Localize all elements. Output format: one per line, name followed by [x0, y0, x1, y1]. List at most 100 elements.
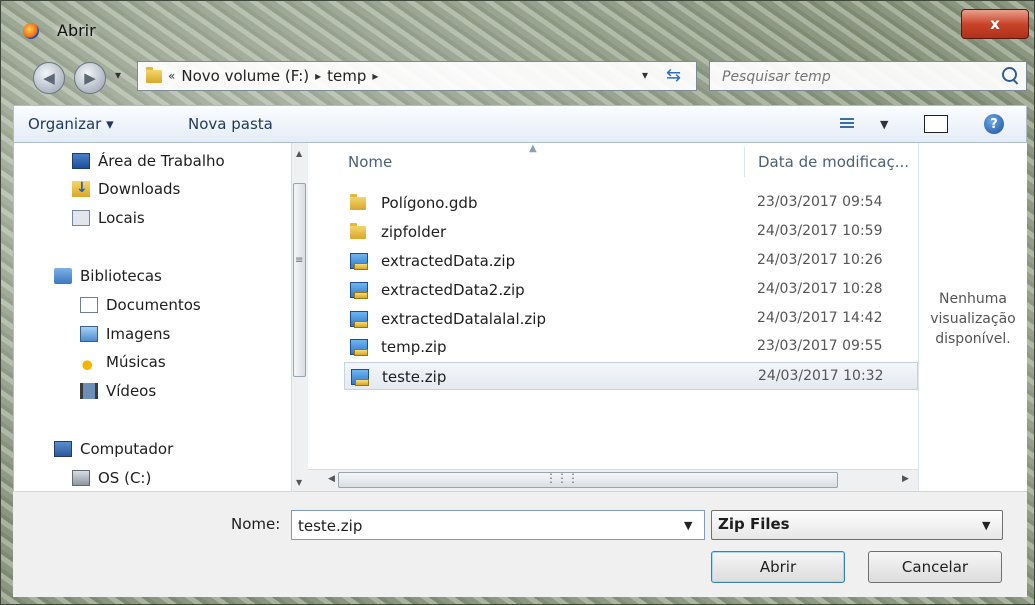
command-bar: Organizar ▾ Nova pasta ▼ ?: [13, 105, 1027, 143]
no-preview-message: Nenhuma visualização disponível.: [919, 289, 1027, 349]
filename-combobox[interactable]: ▼: [291, 510, 705, 540]
scroll-left-icon[interactable]: ◀: [328, 474, 335, 484]
file-row[interactable]: zipfolder 24/03/2017 10:59: [344, 218, 918, 246]
sidebar-item-downloads[interactable]: Downloads: [72, 177, 180, 201]
file-name: extractedData2.zip: [381, 281, 525, 299]
filename-label: Nome:: [231, 515, 281, 533]
file-list-horizontal-scrollbar[interactable]: ◀ ⋮⋮⋮ ▶: [308, 469, 918, 491]
breadcrumb-drive[interactable]: Novo volume (F:): [181, 67, 309, 85]
file-row[interactable]: temp.zip 23/03/2017 09:55: [344, 333, 918, 361]
file-row[interactable]: extractedDatalalal.zip 24/03/2017 14:42: [344, 305, 918, 333]
open-button[interactable]: Abrir: [711, 551, 845, 583]
file-date: 24/03/2017 10:28: [757, 281, 883, 297]
downloads-folder-icon: [72, 180, 90, 197]
cancel-button[interactable]: Cancelar: [868, 551, 1002, 583]
address-dropdown-icon[interactable]: ▾: [642, 68, 648, 82]
file-name: Polígono.gdb: [381, 194, 478, 212]
scroll-down-icon[interactable]: ▼: [296, 478, 302, 487]
sidebar-item-documents[interactable]: Documentos: [80, 293, 201, 317]
documents-icon: [80, 297, 98, 313]
file-type-select[interactable]: Zip Files ▼: [711, 510, 1003, 540]
help-icon[interactable]: ?: [984, 114, 1004, 134]
sidebar-item-drive-c[interactable]: OS (C:): [72, 466, 151, 490]
places-icon: [72, 210, 90, 226]
sidebar-item-desktop[interactable]: Área de Trabalho: [72, 149, 225, 173]
close-button[interactable]: x: [961, 9, 1029, 39]
file-name: extractedDatalalal.zip: [381, 310, 546, 328]
back-arrow-icon: ◀: [43, 69, 55, 87]
column-header-date[interactable]: Data de modificaç...: [758, 153, 909, 171]
search-box[interactable]: [709, 61, 1027, 91]
chevron-down-icon[interactable]: ▼: [684, 519, 692, 532]
sidebar-item-label: Locais: [98, 209, 145, 227]
no-preview-line: Nenhuma: [939, 291, 1007, 307]
sidebar-item-label: Imagens: [106, 325, 171, 343]
preview-pane-toggle-icon[interactable]: [924, 115, 948, 133]
breadcrumb-overflow[interactable]: «: [168, 69, 175, 83]
zip-file-icon: [351, 369, 369, 386]
scroll-thumb[interactable]: ⋮⋮⋮: [338, 471, 838, 488]
sidebar-item-places[interactable]: Locais: [72, 206, 145, 230]
computer-icon: [54, 441, 72, 457]
drive-icon: [72, 470, 90, 486]
address-bar[interactable]: « Novo volume (F:) ▸ temp ▸ ▾ ⇆: [137, 61, 697, 91]
sidebar-item-images[interactable]: Imagens: [80, 322, 170, 346]
forward-arrow-icon: ▶: [84, 69, 96, 87]
forward-button[interactable]: ▶: [74, 62, 106, 94]
views-dropdown-icon[interactable]: ▼: [880, 118, 888, 131]
file-date: 24/03/2017 10:59: [757, 223, 883, 239]
file-type-value: Zip Files: [718, 515, 790, 533]
file-date: 23/03/2017 09:55: [757, 338, 883, 354]
zip-file-icon: [350, 311, 368, 328]
scroll-right-icon[interactable]: ▶: [902, 474, 909, 484]
sidebar-item-label: Músicas: [106, 353, 166, 371]
open-file-dialog: Abrir x ◀ ▶ ▾ « Novo volume (F:) ▸ temp …: [0, 0, 1035, 605]
column-header-name[interactable]: Nome: [348, 153, 392, 171]
file-list: Nome ▲ Data de modificaç... Polígono.gdb…: [308, 143, 918, 469]
views-icon[interactable]: [840, 118, 854, 130]
chevron-down-icon[interactable]: ▼: [982, 519, 990, 532]
navigation-pane: Área de Trabalho Downloads Locais Biblio…: [13, 143, 291, 491]
search-input[interactable]: [720, 65, 984, 89]
chevron-right-icon[interactable]: ▸: [315, 69, 321, 83]
sidebar-item-label: Bibliotecas: [80, 267, 162, 285]
dialog-footer: Nome: ▼ Zip Files ▼ Abrir Cancelar: [13, 491, 1027, 597]
title-bar[interactable]: Abrir x: [1, 1, 1034, 47]
navigation-scrollbar[interactable]: ▲ ≡ ▼: [291, 143, 308, 491]
preview-pane: Nenhuma visualização disponível.: [918, 143, 1027, 491]
music-icon: [80, 354, 98, 370]
file-row-selected[interactable]: teste.zip 24/03/2017 10:32: [344, 362, 918, 390]
file-row[interactable]: extractedData.zip 24/03/2017 10:26: [344, 247, 918, 275]
sidebar-item-label: Área de Trabalho: [98, 152, 225, 170]
new-folder-button[interactable]: Nova pasta: [188, 115, 273, 133]
organize-menu-button[interactable]: Organizar ▾: [28, 115, 114, 133]
zip-file-icon: [350, 282, 368, 299]
back-button[interactable]: ◀: [33, 62, 65, 94]
column-divider[interactable]: [744, 147, 745, 177]
file-date: 23/03/2017 09:54: [757, 194, 883, 210]
sidebar-item-label: Computador: [80, 440, 174, 458]
folder-icon: [146, 66, 162, 83]
file-row[interactable]: extractedData2.zip 24/03/2017 10:28: [344, 276, 918, 304]
sidebar-item-music[interactable]: Músicas: [80, 350, 166, 374]
scroll-grip-icon: ≡: [295, 255, 304, 266]
scroll-thumb[interactable]: [293, 183, 306, 377]
sidebar-item-libraries[interactable]: Bibliotecas: [54, 264, 162, 288]
breadcrumb-temp[interactable]: temp: [327, 67, 366, 85]
desktop-icon: [72, 153, 90, 169]
no-preview-line: visualização: [930, 311, 1016, 327]
refresh-icon[interactable]: ⇆: [666, 65, 681, 86]
file-row[interactable]: Polígono.gdb 23/03/2017 09:54: [344, 189, 918, 217]
file-date: 24/03/2017 14:42: [757, 310, 883, 326]
chevron-right-icon[interactable]: ▸: [372, 69, 378, 83]
sidebar-item-videos[interactable]: Vídeos: [80, 379, 156, 403]
sidebar-item-computer[interactable]: Computador: [54, 437, 173, 461]
scroll-up-icon[interactable]: ▲: [296, 149, 302, 158]
file-name: temp.zip: [381, 338, 447, 356]
images-icon: [80, 326, 98, 342]
filename-input[interactable]: [296, 515, 670, 537]
search-icon[interactable]: [1002, 67, 1017, 82]
recent-locations-dropdown-icon[interactable]: ▾: [115, 68, 121, 82]
window-title: Abrir: [57, 21, 96, 40]
folder-icon: [350, 194, 366, 210]
